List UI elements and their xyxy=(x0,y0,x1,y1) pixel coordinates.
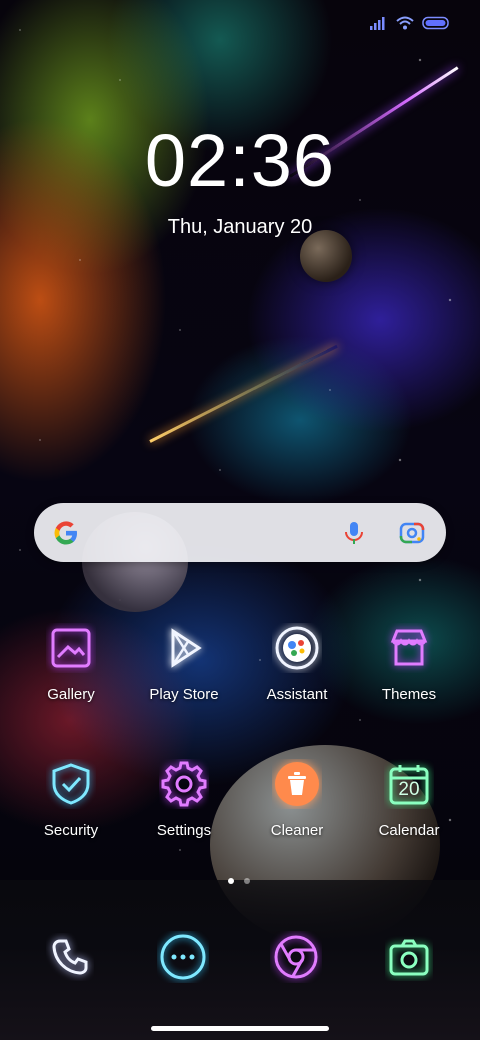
themes-icon xyxy=(381,620,437,676)
app-calendar[interactable]: 20 Calendar xyxy=(354,756,464,839)
page-dot-1[interactable] xyxy=(228,878,234,884)
trash-icon xyxy=(269,756,325,812)
chrome-icon xyxy=(274,935,318,979)
mic-icon[interactable] xyxy=(341,520,367,546)
page-indicator xyxy=(228,878,250,884)
lens-icon[interactable] xyxy=(399,520,425,546)
calendar-day: 20 xyxy=(398,779,420,800)
gallery-icon xyxy=(43,620,99,676)
app-settings[interactable]: Settings xyxy=(129,756,239,839)
camera-icon xyxy=(389,939,429,976)
app-label: Assistant xyxy=(266,686,328,703)
google-search-bar[interactable] xyxy=(34,503,446,562)
app-security[interactable]: Security xyxy=(16,756,126,839)
clock[interactable]: 02:36 xyxy=(0,118,480,203)
signal-icon xyxy=(370,17,385,30)
gear-icon xyxy=(156,756,212,812)
app-label: Calendar xyxy=(378,822,440,839)
dock-more-apps[interactable] xyxy=(153,927,213,987)
app-gallery[interactable]: Gallery xyxy=(16,620,126,703)
app-label: Gallery xyxy=(47,686,95,703)
assistant-icon xyxy=(269,620,325,676)
calendar-icon: 20 xyxy=(381,756,437,812)
app-label: Play Store xyxy=(149,686,219,703)
app-label: Cleaner xyxy=(270,822,324,839)
app-label: Themes xyxy=(381,686,437,703)
security-shield-icon xyxy=(43,756,99,812)
app-cleaner[interactable]: Cleaner xyxy=(242,756,352,839)
date[interactable]: Thu, January 20 xyxy=(0,216,480,239)
wifi-icon xyxy=(396,16,414,30)
battery-icon xyxy=(422,16,449,30)
dock-camera[interactable] xyxy=(379,927,439,987)
app-label: Settings xyxy=(156,822,212,839)
app-themes[interactable]: Themes xyxy=(354,620,464,703)
phone-icon xyxy=(52,939,88,975)
google-g-icon xyxy=(54,521,77,545)
app-play-store[interactable]: Play Store xyxy=(129,620,239,703)
dock-chrome[interactable] xyxy=(266,927,326,987)
page-dot-2[interactable] xyxy=(244,878,250,884)
more-apps-icon xyxy=(160,934,206,980)
home-gesture-bar[interactable] xyxy=(151,1026,329,1031)
dock-phone[interactable] xyxy=(40,927,100,987)
play-store-icon xyxy=(156,620,212,676)
app-assistant[interactable]: Assistant xyxy=(242,620,352,703)
status-bar xyxy=(370,16,450,30)
app-label: Security xyxy=(43,822,99,839)
